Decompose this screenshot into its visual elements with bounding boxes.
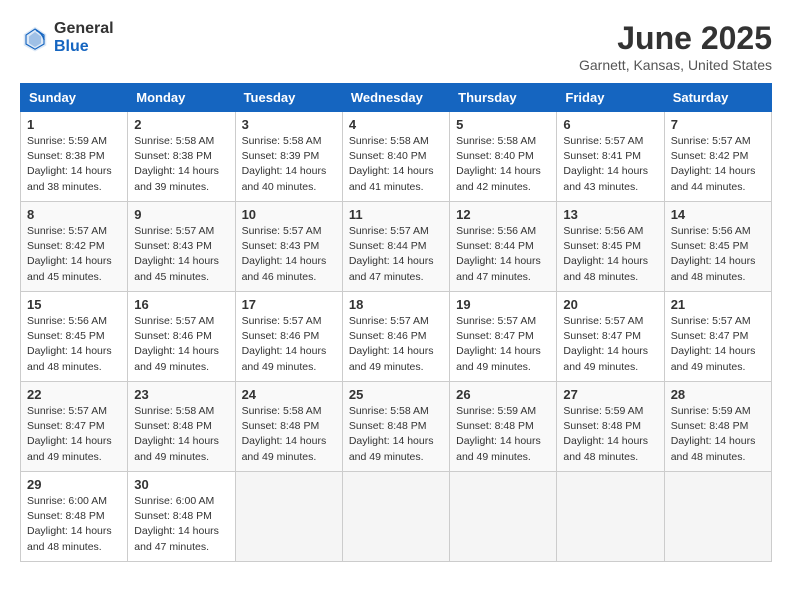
logo-text: General Blue: [54, 20, 114, 56]
calendar-day-22: 22Sunrise: 5:57 AM Sunset: 8:47 PM Dayli…: [21, 382, 128, 472]
calendar-day-2: 2Sunrise: 5:58 AM Sunset: 8:38 PM Daylig…: [128, 112, 235, 202]
calendar-day-1: 1Sunrise: 5:59 AM Sunset: 8:38 PM Daylig…: [21, 112, 128, 202]
col-saturday: Saturday: [664, 84, 771, 112]
calendar-week-3: 15Sunrise: 5:56 AM Sunset: 8:45 PM Dayli…: [21, 292, 772, 382]
calendar-day-23: 23Sunrise: 5:58 AM Sunset: 8:48 PM Dayli…: [128, 382, 235, 472]
calendar-day-17: 17Sunrise: 5:57 AM Sunset: 8:46 PM Dayli…: [235, 292, 342, 382]
calendar-day-28: 28Sunrise: 5:59 AM Sunset: 8:48 PM Dayli…: [664, 382, 771, 472]
page-header: General Blue June 2025 Garnett, Kansas, …: [20, 20, 772, 73]
calendar-day-9: 9Sunrise: 5:57 AM Sunset: 8:43 PM Daylig…: [128, 202, 235, 292]
calendar-day-30: 30Sunrise: 6:00 AM Sunset: 8:48 PM Dayli…: [128, 472, 235, 562]
calendar-table: Sunday Monday Tuesday Wednesday Thursday…: [20, 83, 772, 562]
title-area: June 2025 Garnett, Kansas, United States: [579, 20, 772, 73]
calendar-day-12: 12Sunrise: 5:56 AM Sunset: 8:44 PM Dayli…: [450, 202, 557, 292]
logo-icon: [20, 23, 50, 53]
col-friday: Friday: [557, 84, 664, 112]
calendar-day-27: 27Sunrise: 5:59 AM Sunset: 8:48 PM Dayli…: [557, 382, 664, 472]
col-wednesday: Wednesday: [342, 84, 449, 112]
calendar-day-3: 3Sunrise: 5:58 AM Sunset: 8:39 PM Daylig…: [235, 112, 342, 202]
calendar-day-24: 24Sunrise: 5:58 AM Sunset: 8:48 PM Dayli…: [235, 382, 342, 472]
month-year-title: June 2025: [579, 20, 772, 57]
calendar-day-14: 14Sunrise: 5:56 AM Sunset: 8:45 PM Dayli…: [664, 202, 771, 292]
calendar-day-7: 7Sunrise: 5:57 AM Sunset: 8:42 PM Daylig…: [664, 112, 771, 202]
calendar-day-13: 13Sunrise: 5:56 AM Sunset: 8:45 PM Dayli…: [557, 202, 664, 292]
calendar-day-19: 19Sunrise: 5:57 AM Sunset: 8:47 PM Dayli…: [450, 292, 557, 382]
calendar-day-4: 4Sunrise: 5:58 AM Sunset: 8:40 PM Daylig…: [342, 112, 449, 202]
calendar-day-29: 29Sunrise: 6:00 AM Sunset: 8:48 PM Dayli…: [21, 472, 128, 562]
calendar-day-empty: [664, 472, 771, 562]
calendar-day-26: 26Sunrise: 5:59 AM Sunset: 8:48 PM Dayli…: [450, 382, 557, 472]
col-sunday: Sunday: [21, 84, 128, 112]
calendar-day-empty: [235, 472, 342, 562]
col-tuesday: Tuesday: [235, 84, 342, 112]
calendar-day-20: 20Sunrise: 5:57 AM Sunset: 8:47 PM Dayli…: [557, 292, 664, 382]
calendar-day-empty: [342, 472, 449, 562]
logo-general: General: [54, 20, 114, 37]
calendar-day-empty: [450, 472, 557, 562]
calendar-header-row: Sunday Monday Tuesday Wednesday Thursday…: [21, 84, 772, 112]
calendar-day-25: 25Sunrise: 5:58 AM Sunset: 8:48 PM Dayli…: [342, 382, 449, 472]
calendar-day-5: 5Sunrise: 5:58 AM Sunset: 8:40 PM Daylig…: [450, 112, 557, 202]
calendar-day-8: 8Sunrise: 5:57 AM Sunset: 8:42 PM Daylig…: [21, 202, 128, 292]
calendar-day-16: 16Sunrise: 5:57 AM Sunset: 8:46 PM Dayli…: [128, 292, 235, 382]
calendar-week-5: 29Sunrise: 6:00 AM Sunset: 8:48 PM Dayli…: [21, 472, 772, 562]
calendar-week-2: 8Sunrise: 5:57 AM Sunset: 8:42 PM Daylig…: [21, 202, 772, 292]
col-thursday: Thursday: [450, 84, 557, 112]
col-monday: Monday: [128, 84, 235, 112]
location-subtitle: Garnett, Kansas, United States: [579, 57, 772, 73]
calendar-day-11: 11Sunrise: 5:57 AM Sunset: 8:44 PM Dayli…: [342, 202, 449, 292]
calendar-day-18: 18Sunrise: 5:57 AM Sunset: 8:46 PM Dayli…: [342, 292, 449, 382]
calendar-day-21: 21Sunrise: 5:57 AM Sunset: 8:47 PM Dayli…: [664, 292, 771, 382]
calendar-day-15: 15Sunrise: 5:56 AM Sunset: 8:45 PM Dayli…: [21, 292, 128, 382]
calendar-week-4: 22Sunrise: 5:57 AM Sunset: 8:47 PM Dayli…: [21, 382, 772, 472]
calendar-week-1: 1Sunrise: 5:59 AM Sunset: 8:38 PM Daylig…: [21, 112, 772, 202]
calendar-day-10: 10Sunrise: 5:57 AM Sunset: 8:43 PM Dayli…: [235, 202, 342, 292]
logo: General Blue: [20, 20, 114, 56]
calendar-day-6: 6Sunrise: 5:57 AM Sunset: 8:41 PM Daylig…: [557, 112, 664, 202]
calendar-day-empty: [557, 472, 664, 562]
logo-blue: Blue: [54, 38, 89, 55]
